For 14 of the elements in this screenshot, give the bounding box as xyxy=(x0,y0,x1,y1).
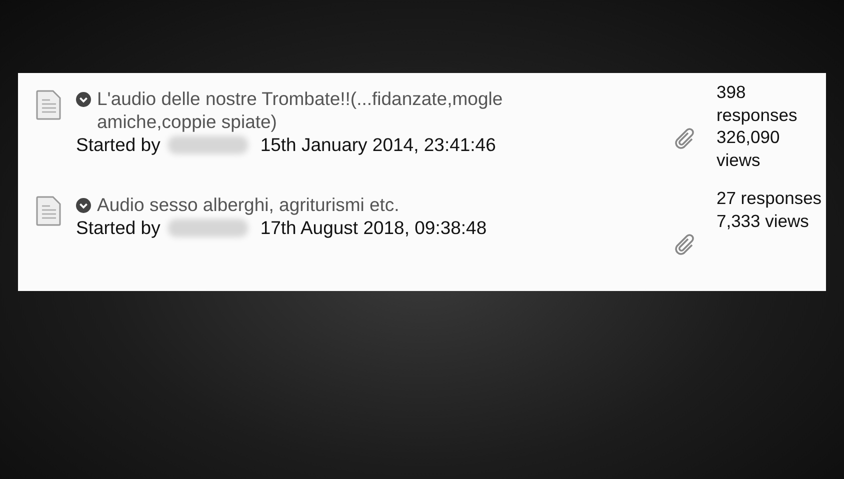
thread-title-link[interactable]: Audio sesso alberghi, agriturismi etc. xyxy=(97,193,400,216)
view-count: 7,333 views xyxy=(716,210,810,232)
download-icon[interactable] xyxy=(76,92,91,107)
document-icon xyxy=(36,196,62,226)
response-count: 398 responses xyxy=(716,81,798,126)
document-icon xyxy=(36,90,62,120)
started-by-label: Started by xyxy=(76,133,160,156)
thread-date: 17th August 2018, 09:38:48 xyxy=(260,216,487,239)
view-count: 326,090 views xyxy=(716,126,781,171)
thread-title-link[interactable]: L'audio delle nostre Trombate!!(...fidanzate,mogle amiche,coppie spiate) xyxy=(97,87,577,133)
response-count: 27 responses xyxy=(716,187,823,210)
thread-date: 15th January 2014, 23:41:46 xyxy=(260,133,496,156)
started-by-label: Started by xyxy=(76,216,160,239)
download-icon[interactable] xyxy=(76,198,91,213)
